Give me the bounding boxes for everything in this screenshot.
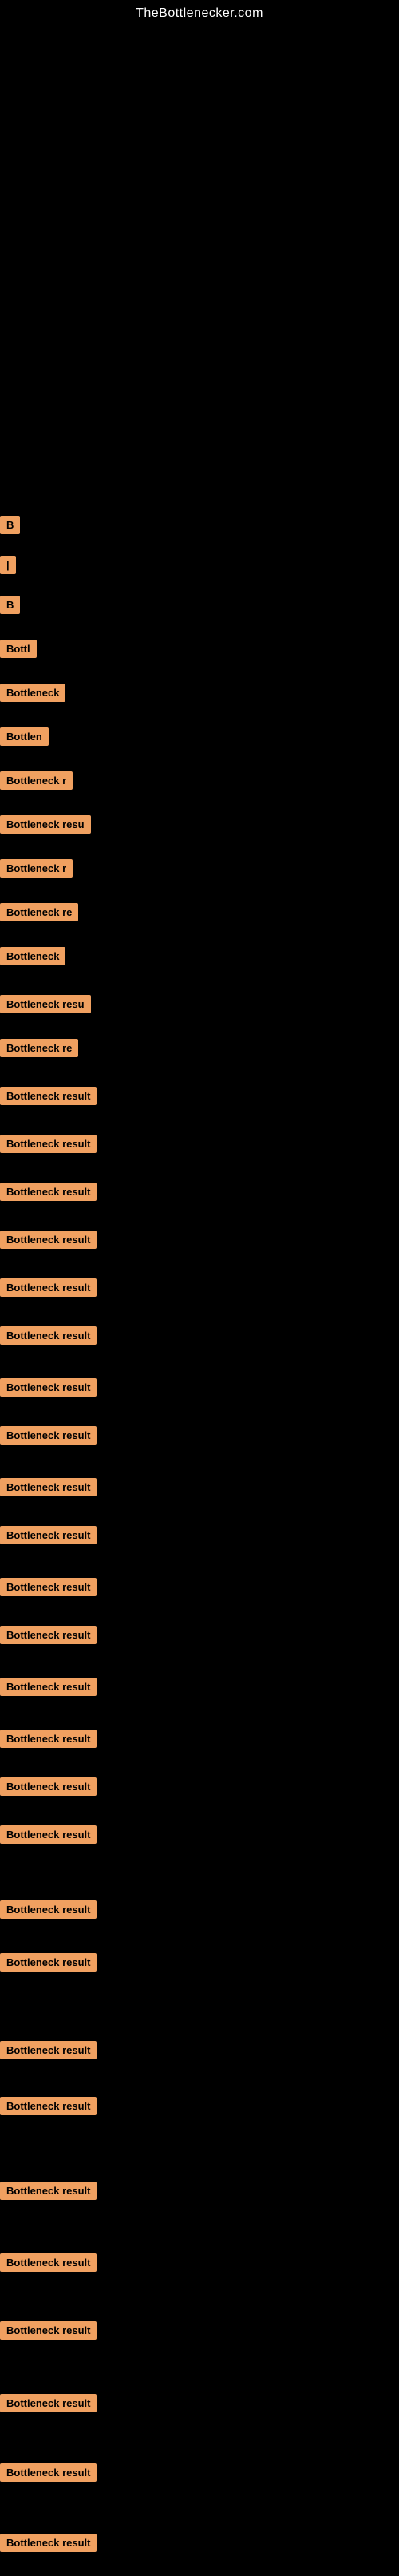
bottleneck-result-item: Bottleneck result [0, 1478, 97, 1496]
bottleneck-result-label: Bottleneck result [0, 1326, 97, 1345]
page-container: TheBottlenecker.com B | B Bottl Bottleneck Bo… [0, 0, 399, 2576]
results-container: B | B Bottl Bottleneck Bottlen Bottleneck r Bot… [0, 21, 399, 2576]
bottleneck-result-label: Bottleneck result [0, 1478, 97, 1496]
bottleneck-result-item: Bottleneck result [0, 1678, 97, 1696]
bottleneck-result-item: Bottleneck result [0, 1278, 97, 1297]
bottleneck-result-item: Bottleneck result [0, 2253, 97, 2272]
bottleneck-result-item: Bottleneck result [0, 1426, 97, 1445]
bottleneck-result-label: B [0, 596, 20, 614]
bottleneck-result-label: Bottleneck re [0, 1039, 78, 1057]
bottleneck-result-label: Bottleneck result [0, 1777, 97, 1796]
bottleneck-result-item: Bottleneck result [0, 2321, 97, 2340]
bottleneck-result-item: Bottleneck result [0, 1526, 97, 1544]
bottleneck-result-item: Bottleneck [0, 684, 65, 702]
bottleneck-result-item: Bottleneck result [0, 2394, 97, 2412]
bottleneck-result-label: Bottleneck result [0, 1626, 97, 1644]
bottleneck-result-item: Bottleneck result [0, 1953, 97, 1972]
bottleneck-result-item: Bottleneck result [0, 2463, 97, 2482]
bottleneck-result-label: Bottleneck result [0, 1678, 97, 1696]
bottleneck-result-label: Bottleneck result [0, 2041, 97, 2059]
bottleneck-result-label: Bottleneck resu [0, 995, 91, 1013]
bottleneck-result-item: Bottleneck result [0, 1183, 97, 1201]
bottleneck-result-label: Bottleneck result [0, 2321, 97, 2340]
bottleneck-result-item: Bottleneck re [0, 903, 78, 921]
bottleneck-result-label: Bottleneck result [0, 1578, 97, 1596]
bottleneck-result-label: Bottleneck result [0, 1953, 97, 1972]
bottleneck-result-label: Bottleneck result [0, 1730, 97, 1748]
bottleneck-result-label: Bottl [0, 640, 37, 658]
bottleneck-result-item: Bottleneck result [0, 1135, 97, 1153]
bottleneck-result-label: Bottleneck result [0, 1900, 97, 1919]
bottleneck-result-label: Bottleneck result [0, 1426, 97, 1445]
bottleneck-result-item: Bottleneck resu [0, 815, 91, 834]
bottleneck-result-label: Bottleneck [0, 684, 65, 702]
bottleneck-result-label: Bottleneck result [0, 2253, 97, 2272]
site-title: TheBottlenecker.com [0, 0, 399, 21]
bottleneck-result-label: Bottleneck result [0, 1526, 97, 1544]
bottleneck-result-label: Bottleneck result [0, 1825, 97, 1844]
bottleneck-result-label: Bottleneck [0, 947, 65, 965]
bottleneck-result-item: Bottleneck result [0, 2041, 97, 2059]
bottleneck-result-label: Bottleneck re [0, 903, 78, 921]
bottleneck-result-label: B [0, 516, 20, 534]
bottleneck-result-item: Bottleneck result [0, 1777, 97, 1796]
bottleneck-result-item: Bottlen [0, 727, 49, 746]
bottleneck-result-item: Bottleneck [0, 947, 65, 965]
bottleneck-result-item: Bottleneck result [0, 1626, 97, 1644]
bottleneck-result-item: Bottleneck result [0, 1900, 97, 1919]
bottleneck-result-label: Bottlen [0, 727, 49, 746]
bottleneck-result-item: Bottleneck re [0, 1039, 78, 1057]
bottleneck-result-item: | [0, 556, 16, 574]
bottleneck-result-item: Bottleneck result [0, 2182, 97, 2200]
bottleneck-result-label: Bottleneck result [0, 2534, 97, 2552]
bottleneck-result-item: Bottleneck result [0, 1231, 97, 1249]
bottleneck-result-label: Bottleneck result [0, 2394, 97, 2412]
bottleneck-result-item: Bottleneck r [0, 771, 73, 790]
bottleneck-result-item: Bottleneck result [0, 1578, 97, 1596]
bottleneck-result-label: Bottleneck result [0, 1087, 97, 1105]
bottleneck-result-label: Bottleneck result [0, 1278, 97, 1297]
bottleneck-result-label: Bottleneck r [0, 771, 73, 790]
bottleneck-result-label: Bottleneck result [0, 1183, 97, 1201]
bottleneck-result-label: Bottleneck result [0, 2182, 97, 2200]
bottleneck-result-label: Bottleneck resu [0, 815, 91, 834]
bottleneck-result-item: Bottleneck result [0, 1326, 97, 1345]
bottleneck-result-item: Bottleneck result [0, 2534, 97, 2552]
bottleneck-result-item: B [0, 596, 20, 614]
bottleneck-result-label: Bottleneck result [0, 2463, 97, 2482]
bottleneck-result-label: Bottleneck r [0, 859, 73, 878]
bottleneck-result-item: Bottleneck result [0, 2097, 97, 2115]
bottleneck-result-label: Bottleneck result [0, 2097, 97, 2115]
bottleneck-result-item: Bottl [0, 640, 37, 658]
bottleneck-result-item: Bottleneck result [0, 1378, 97, 1397]
bottleneck-result-item: Bottleneck result [0, 1730, 97, 1748]
bottleneck-result-item: Bottleneck result [0, 1825, 97, 1844]
bottleneck-result-item: Bottleneck r [0, 859, 73, 878]
bottleneck-result-label: Bottleneck result [0, 1231, 97, 1249]
bottleneck-result-item: Bottleneck result [0, 1087, 97, 1105]
bottleneck-result-item: Bottleneck resu [0, 995, 91, 1013]
bottleneck-result-label: Bottleneck result [0, 1135, 97, 1153]
bottleneck-result-item: B [0, 516, 20, 534]
bottleneck-result-label: | [0, 556, 16, 574]
bottleneck-result-label: Bottleneck result [0, 1378, 97, 1397]
